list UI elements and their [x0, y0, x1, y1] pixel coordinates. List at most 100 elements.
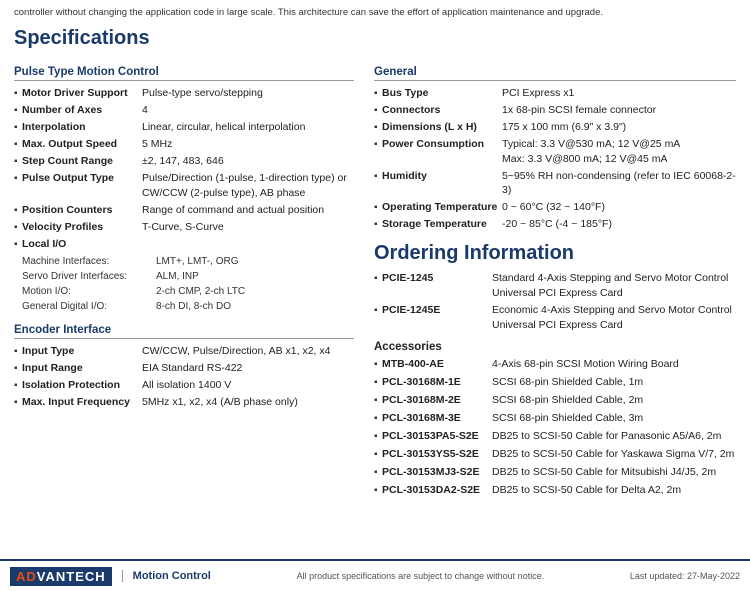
ordering-label: PCL-30153MJ3-S2E: [382, 465, 492, 480]
spec-input-range: ▪ Input Range EIA Standard RS-422: [14, 361, 354, 376]
local-io-label: Machine Interfaces:: [22, 254, 152, 269]
bullet: ▪: [14, 104, 22, 118]
ordering-label: PCL-30153YS5-S2E: [382, 447, 492, 462]
footer-note: All product specifications are subject t…: [297, 571, 545, 581]
encoder-section-title: Encoder Interface: [14, 324, 354, 339]
spec-value: -20 ~ 85°C (-4 ~ 185°F): [502, 217, 736, 232]
accessory-mitsubishi: ▪ PCL-30153MJ3-S2E DB25 to SCSI-50 Cable…: [374, 465, 736, 480]
spec-value: Typical: 3.3 V@530 mA; 12 V@25 mAMax: 3.…: [502, 137, 736, 166]
spec-label: Dimensions (L x H): [382, 120, 502, 135]
spec-axes: ▪ Number of Axes 4: [14, 103, 354, 118]
ordering-list: ▪ PCIE-1245 Standard 4-Axis Stepping and…: [374, 271, 736, 333]
bullet: ▪: [374, 218, 382, 232]
bullet: ▪: [374, 484, 382, 498]
pulse-section-title: Pulse Type Motion Control: [14, 66, 354, 81]
accessory-pcl2e: ▪ PCL-30168M-2E SCSI 68-pin Shielded Cab…: [374, 393, 736, 408]
spec-label: Storage Temperature: [382, 217, 502, 232]
local-io-value: 8-ch DI, 8-ch DO: [156, 299, 231, 314]
ordering-label: PCL-30168M-2E: [382, 393, 492, 408]
local-io-value: ALM, INP: [156, 269, 199, 284]
spec-label: Isolation Protection: [22, 378, 142, 393]
footer-date: Last updated: 27-May-2022: [630, 571, 740, 581]
spec-label: Max. Output Speed: [22, 137, 142, 152]
logo-vantech: VANTECH: [37, 569, 106, 584]
local-io-row: Motion I/O: 2-ch CMP, 2-ch LTC: [22, 284, 245, 299]
spec-value: 4: [142, 103, 354, 118]
logo-ad: AD: [16, 569, 37, 584]
bullet: ▪: [14, 155, 22, 169]
bullet: ▪: [374, 430, 382, 444]
bullet: ▪: [14, 121, 22, 135]
ordering-value: Standard 4-Axis Stepping and Servo Motor…: [492, 271, 736, 300]
bullet: ▪: [14, 396, 22, 410]
bullet: ▪: [374, 412, 382, 426]
ordering-pcie1245e: ▪ PCIE-1245E Economic 4-Axis Stepping an…: [374, 303, 736, 332]
spec-label: Velocity Profiles: [22, 220, 142, 235]
right-column: General ▪ Bus Type PCI Express x1 ▪ Conn…: [374, 58, 736, 501]
spec-label: Operating Temperature: [382, 200, 502, 215]
general-spec-list: ▪ Bus Type PCI Express x1 ▪ Connectors 1…: [374, 86, 736, 232]
footer-left: ADVANTECH Motion Control: [10, 567, 211, 586]
spec-step-count: ▪ Step Count Range ±2, 147, 483, 646: [14, 154, 354, 169]
bullet: ▪: [14, 138, 22, 152]
spec-value: T-Curve, S-Curve: [142, 220, 354, 235]
spec-value: Pulse-type servo/stepping: [142, 86, 354, 101]
spec-label: Pulse Output Type: [22, 171, 142, 186]
spec-value: All isolation 1400 V: [142, 378, 354, 393]
ordering-value: Economic 4-Axis Stepping and Servo Motor…: [492, 303, 736, 332]
spec-input-type: ▪ Input Type CW/CCW, Pulse/Direction, AB…: [14, 344, 354, 359]
spec-motor-driver: ▪ Motor Driver Support Pulse-type servo/…: [14, 86, 354, 101]
ordering-label: PCIE-1245E: [382, 303, 492, 318]
left-column: Pulse Type Motion Control ▪ Motor Driver…: [14, 58, 354, 501]
local-io-row: General Digital I/O: 8-ch DI, 8-ch DO: [22, 299, 245, 314]
spec-value: Range of command and actual position: [142, 203, 354, 218]
spec-bus-type: ▪ Bus Type PCI Express x1: [374, 86, 736, 101]
spec-value: 5MHz x1, x2, x4 (A/B phase only): [142, 395, 354, 410]
bullet: ▪: [14, 379, 22, 393]
ordering-label: PCL-30153PA5-S2E: [382, 429, 492, 444]
spec-label: Step Count Range: [22, 154, 142, 169]
spec-max-input-freq: ▪ Max. Input Frequency 5MHz x1, x2, x4 (…: [14, 395, 354, 410]
spec-label: Position Counters: [22, 203, 142, 218]
accessories-title: Accessories: [374, 341, 736, 353]
ordering-label: MTB-400-AE: [382, 357, 492, 372]
spec-value: Pulse/Direction (1-pulse, 1-direction ty…: [142, 171, 354, 200]
spec-value: PCI Express x1: [502, 86, 736, 101]
ordering-value: SCSI 68-pin Shielded Cable, 1m: [492, 375, 736, 390]
bullet: ▪: [374, 304, 382, 318]
accessory-delta: ▪ PCL-30153DA2-S2E DB25 to SCSI-50 Cable…: [374, 483, 736, 498]
bullet: ▪: [374, 87, 382, 101]
spec-connectors: ▪ Connectors 1x 68-pin SCSI female conne…: [374, 103, 736, 118]
ordering-value: DB25 to SCSI-50 Cable for Panasonic A5/A…: [492, 429, 736, 444]
spec-isolation-protection: ▪ Isolation Protection All isolation 140…: [14, 378, 354, 393]
ordering-label: PCL-30168M-1E: [382, 375, 492, 390]
accessories-list: ▪ MTB-400-AE 4-Axis 68-pin SCSI Motion W…: [374, 357, 736, 498]
spec-label: Input Type: [22, 344, 142, 359]
spec-label: Humidity: [382, 169, 502, 184]
local-io-label: General Digital I/O:: [22, 299, 152, 314]
spec-power-consumption: ▪ Power Consumption Typical: 3.3 V@530 m…: [374, 137, 736, 166]
general-section-title: General: [374, 66, 736, 81]
spec-value: 175 x 100 mm (6.9" x 3.9"): [502, 120, 736, 135]
bullet: ▪: [374, 138, 382, 152]
spec-value: 1x 68-pin SCSI female connector: [502, 103, 736, 118]
bullet: ▪: [374, 358, 382, 372]
bullet: ▪: [374, 466, 382, 480]
bullet: ▪: [14, 204, 22, 218]
ordering-value: 4-Axis 68-pin SCSI Motion Wiring Board: [492, 357, 736, 372]
bullet: ▪: [14, 87, 22, 101]
footer-section: Motion Control: [122, 570, 211, 582]
specs-title: Specifications: [14, 27, 736, 50]
accessory-pcl3e: ▪ PCL-30168M-3E SCSI 68-pin Shielded Cab…: [374, 411, 736, 426]
spec-label: Local I/O: [22, 237, 142, 252]
bullet: ▪: [14, 221, 22, 235]
spec-operating-temp: ▪ Operating Temperature 0 ~ 60°C (32 ~ 1…: [374, 200, 736, 215]
spec-interpolation: ▪ Interpolation Linear, circular, helica…: [14, 120, 354, 135]
bullet: ▪: [14, 172, 22, 186]
spec-local-io: ▪ Local I/O Machine Interfaces: LMT+, LM…: [14, 237, 354, 316]
bullet: ▪: [374, 104, 382, 118]
ordering-value: SCSI 68-pin Shielded Cable, 3m: [492, 411, 736, 426]
spec-value: EIA Standard RS-422: [142, 361, 354, 376]
accessory-mtb400: ▪ MTB-400-AE 4-Axis 68-pin SCSI Motion W…: [374, 357, 736, 372]
spec-label: Connectors: [382, 103, 502, 118]
